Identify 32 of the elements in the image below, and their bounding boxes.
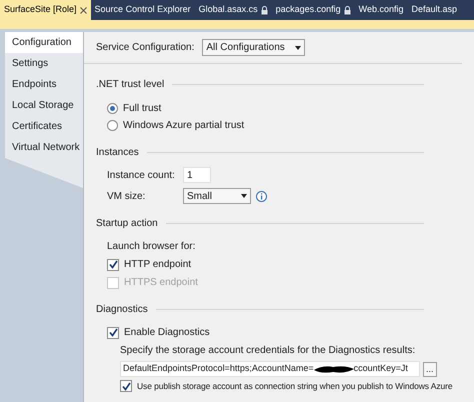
checkbox-label: Enable Diagnostics — [124, 326, 210, 340]
document-tab[interactable]: SurfaceSite [Role] — [0, 0, 91, 20]
document-tab[interactable]: Default.asp — [408, 0, 462, 20]
side-tab[interactable]: Virtual Network — [5, 137, 83, 158]
checkbox-label: HTTPS endpoint — [124, 276, 198, 290]
side-tab[interactable]: Certificates — [5, 116, 83, 137]
radio-label: Full trust — [123, 102, 162, 116]
field-label: Launch browser for: — [107, 240, 196, 254]
checkbox-label: HTTP endpoint — [124, 258, 192, 272]
radio-label: Windows Azure partial trust — [123, 119, 244, 133]
document-tab[interactable]: packages.config — [272, 0, 355, 20]
section-title: .NET trust level — [96, 78, 164, 92]
section-title: Instances — [96, 146, 139, 160]
section-title: Startup action — [96, 217, 158, 231]
vm-size-dropdown[interactable]: Small — [183, 188, 251, 204]
instance-count-field[interactable]: 1 — [183, 167, 211, 183]
side-tab[interactable]: Settings — [5, 53, 83, 74]
side-tab[interactable]: Endpoints — [5, 74, 83, 95]
field-label: Instance count: — [107, 168, 176, 182]
section-title: Diagnostics — [96, 303, 148, 317]
document-tab[interactable]: Web.config — [354, 0, 408, 20]
field-label: Service Configuration: — [96, 41, 194, 55]
hint-text: Specify the storage account credentials for the Diagnostics results: — [120, 344, 416, 358]
checkbox-label: Use publish storage account as connection string when you publish to Windows Azure — [137, 380, 452, 393]
field-label: VM size: — [107, 190, 146, 204]
connection-string-field[interactable]: DefaultEndpointsProtocol=https;AccountName= ccountKey=Jt — [120, 361, 420, 377]
document-tab[interactable]: Global.asax.cs — [194, 0, 272, 20]
document-tab[interactable]: Source Control Explorer — [90, 0, 195, 20]
side-tab[interactable]: Configuration — [5, 32, 83, 53]
browse-button[interactable]: ... — [423, 362, 437, 376]
configuration-dropdown[interactable]: All Configurations — [202, 39, 306, 56]
side-tab[interactable]: Local Storage — [5, 95, 83, 116]
